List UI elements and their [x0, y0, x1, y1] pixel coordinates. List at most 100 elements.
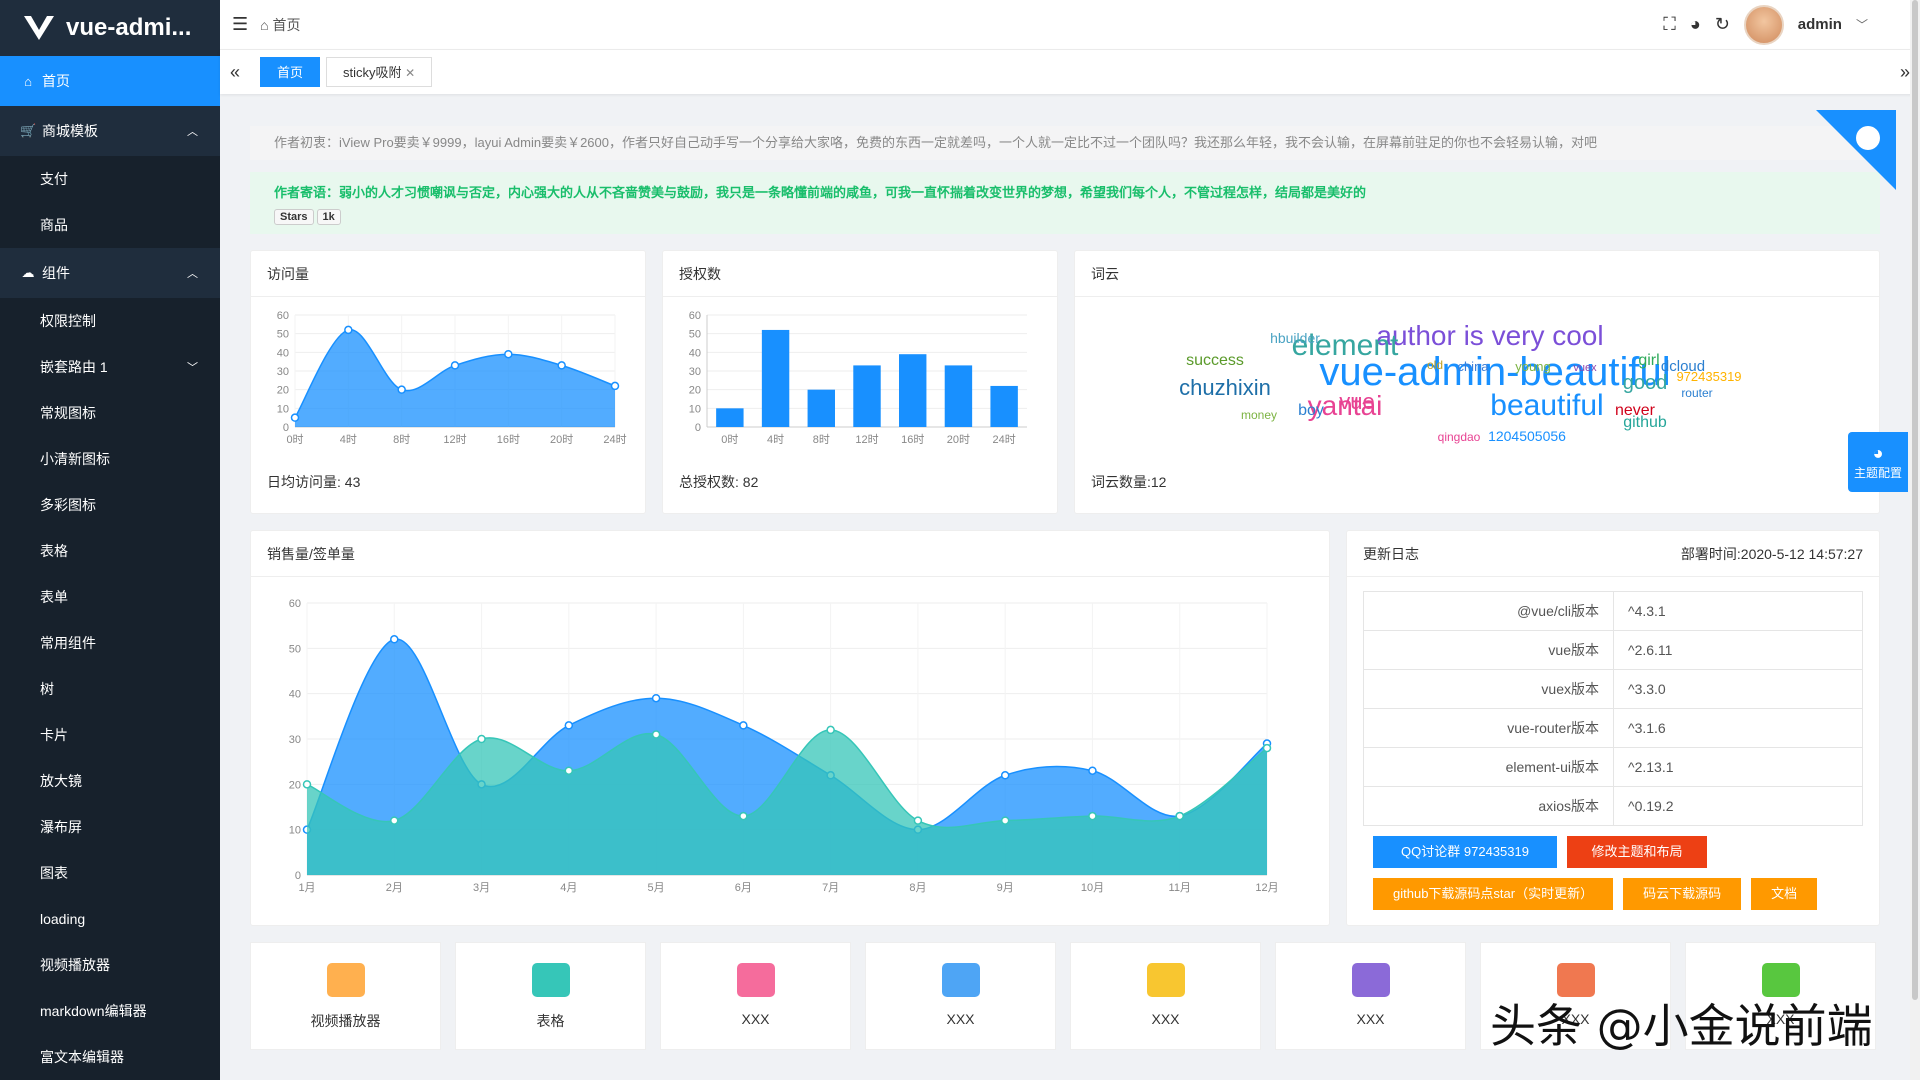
sidebar-item-waterfall[interactable]: 瀑布屏: [0, 804, 220, 850]
sidebar-item-label: 常用组件: [40, 635, 96, 651]
sidebar-item-goods[interactable]: 商品: [0, 202, 220, 248]
word-cloud-word: money: [1241, 408, 1277, 422]
scrollbar-thumb[interactable]: [1912, 0, 1918, 1000]
vue-logo-icon: [24, 16, 54, 40]
fullscreen-icon[interactable]: ⛶: [1663, 14, 1676, 35]
x-tick-label: 12时: [855, 433, 878, 446]
scrollbar[interactable]: [1910, 0, 1920, 1080]
word-cloud-word: vue: [1339, 389, 1374, 414]
theme-config-label: 主题配置: [1853, 466, 1902, 480]
refresh-icon[interactable]: ↻: [1715, 14, 1730, 35]
github-stars-label[interactable]: Stars: [274, 209, 314, 225]
double-right-icon[interactable]: »: [1900, 62, 1910, 83]
auth-footer: 总授权数: 82: [679, 474, 759, 490]
username[interactable]: admin: [1798, 16, 1842, 33]
sidebar-item-label: 组件: [42, 265, 70, 281]
table-row: @vue/cli版本 ^4.3.1: [1363, 591, 1863, 631]
megaphone-icon: [736, 963, 775, 997]
sidebar-item-label: 富文本编辑器: [40, 1049, 124, 1065]
sidebar-item-common[interactable]: 常用组件: [0, 620, 220, 666]
github-corner-icon[interactable]: [1816, 110, 1896, 190]
x-tick-label: 0时: [286, 433, 303, 446]
sidebar-item-loading[interactable]: loading: [0, 896, 220, 942]
sidebar-item-charts[interactable]: 图表: [0, 850, 220, 896]
github-download-button[interactable]: github下载源码点star（实时更新）: [1373, 878, 1614, 910]
sidebar-item-icons[interactable]: 常规图标: [0, 390, 220, 436]
shortcut-tile[interactable]: XXX: [865, 942, 1056, 1050]
icon-shape: [326, 963, 365, 997]
sidebar-item-nested[interactable]: 嵌套路由 1 ﹀: [0, 344, 220, 390]
main-area: ☰ ⌂ 首页 ⛶ ◕ ↻ admin ﹀ « 首页 sticky吸附 ✕ » 作…: [220, 0, 1920, 1080]
qq-group-button[interactable]: QQ讨论群 972435319: [1373, 836, 1557, 868]
sidebar-item-magnifier[interactable]: 放大镜: [0, 758, 220, 804]
icon-shape: [1351, 963, 1390, 997]
sidebar-item-home[interactable]: ⌂ 首页: [0, 56, 220, 106]
x-tick-label: 9月: [997, 882, 1014, 894]
tab-home[interactable]: 首页: [260, 57, 321, 87]
sidebar-item-permission[interactable]: 权限控制: [0, 298, 220, 344]
tab-sticky[interactable]: sticky吸附 ✕: [326, 57, 433, 87]
x-tick-label: 24时: [993, 433, 1016, 446]
word-cloud-word: boy: [1298, 402, 1324, 419]
sidebar-item-form[interactable]: 表单: [0, 574, 220, 620]
shortcut-tile[interactable]: XXX: [660, 942, 851, 1050]
icon-shape: [1146, 963, 1185, 997]
x-tick-label: 20时: [947, 433, 970, 446]
data-point: [564, 766, 574, 775]
chevron-down-icon[interactable]: ﹀: [1856, 16, 1868, 33]
sidebar-item-components[interactable]: ☁ 组件 ︿: [0, 248, 220, 298]
word-cloud-word: github: [1623, 414, 1667, 431]
sidebar-item-video[interactable]: 视频播放器: [0, 942, 220, 988]
sidebar-item-mall[interactable]: 🛒 商城模板 ︿: [0, 106, 220, 156]
data-point: [344, 325, 353, 335]
double-left-icon[interactable]: «: [230, 62, 254, 83]
sidebar-item-color-icons[interactable]: 多彩图标: [0, 482, 220, 528]
chevron-up-icon: ︿: [187, 126, 198, 138]
shortcut-tile[interactable]: XXX: [1275, 942, 1466, 1050]
theme-config-button[interactable]: ◕ 主题配置: [1848, 432, 1908, 492]
data-point: [1175, 811, 1184, 821]
github-stars-count[interactable]: 1k: [316, 209, 341, 225]
docs-button[interactable]: 文档: [1751, 878, 1818, 910]
auth-chart: 0 10 20 30 40 50 60 0时 4时 8时 12时 16时 20时 24时: [689, 310, 1027, 446]
tab-label: sticky吸附: [343, 65, 402, 80]
avatar[interactable]: [1743, 4, 1784, 45]
sidebar-item-tree[interactable]: 树: [0, 666, 220, 712]
shortcut-tile[interactable]: XXX: [1070, 942, 1261, 1050]
data-point: [302, 780, 312, 789]
card-title: 访问量: [251, 251, 645, 297]
sidebar-item-table[interactable]: 表格: [0, 528, 220, 574]
breadcrumb[interactable]: ⌂ 首页: [260, 15, 300, 35]
word-cloud-word: old: [1427, 358, 1443, 372]
shortcut-tile[interactable]: 表格: [455, 942, 646, 1050]
version-key: element-ui版本: [1363, 747, 1614, 787]
theme-layout-button[interactable]: 修改主题和布局: [1567, 836, 1707, 868]
github-stars[interactable]: Stars 1k: [274, 209, 1856, 225]
sidebar-item-pay[interactable]: 支付: [0, 156, 220, 202]
menu-fold-icon[interactable]: ☰: [232, 14, 248, 35]
sidebar-item-label: 树: [40, 681, 54, 697]
sidebar-item-card[interactable]: 卡片: [0, 712, 220, 758]
sidebar-item-markdown[interactable]: markdown编辑器: [0, 988, 220, 1034]
x-tick-label: 1月: [298, 882, 315, 894]
y-tick-label: 20: [289, 779, 301, 791]
palette-icon[interactable]: ◕: [1690, 14, 1701, 35]
word-cloud-word: author is very cool: [1376, 320, 1603, 351]
shortcut-tile[interactable]: 视频播放器: [250, 942, 441, 1050]
word-cloud-word: success: [1186, 352, 1244, 369]
tile-label: 表格: [536, 1013, 565, 1029]
x-tick-label: 0时: [721, 433, 738, 446]
x-tick-label: 11月: [1169, 882, 1191, 894]
sidebar-item-fresh-icons[interactable]: 小清新图标: [0, 436, 220, 482]
sidebar-item-label: 商品: [40, 217, 68, 233]
y-tick-label: 10: [277, 403, 289, 415]
word-cloud-word: beautiful: [1490, 389, 1603, 422]
gitee-download-button[interactable]: 码云下载源码: [1623, 878, 1742, 910]
close-icon[interactable]: ✕: [405, 66, 415, 80]
word-cloud-word: girl: [1638, 352, 1659, 369]
auth-card: 授权数 0 10 20 30 40 50 60 0时 4时 8时 12时 16时 20时 24时 总授权数…: [662, 250, 1058, 514]
navbar: ☰ ⌂ 首页 ⛶ ◕ ↻ admin ﹀: [220, 0, 1920, 50]
sidebar-item-label: 常规图标: [40, 405, 96, 421]
app-logo[interactable]: vue-admi...: [0, 0, 220, 56]
sidebar-item-richtext[interactable]: 富文本编辑器: [0, 1034, 220, 1080]
